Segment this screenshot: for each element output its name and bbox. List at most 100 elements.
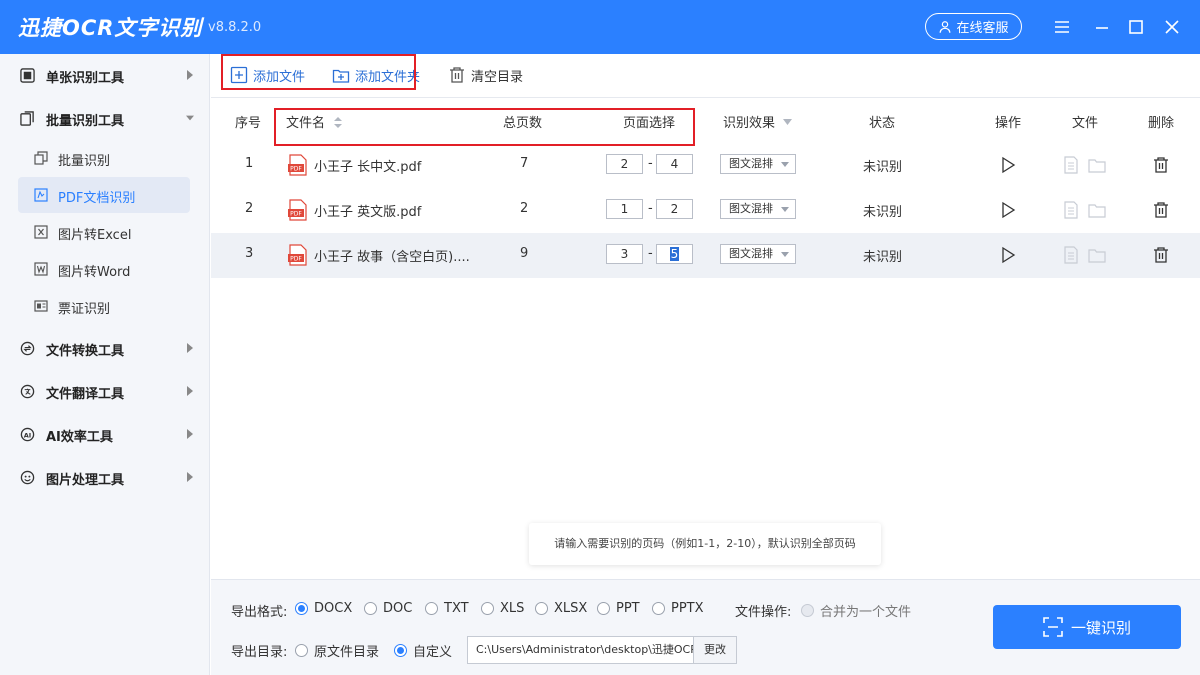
app-title: 迅捷OCR文字识别: [18, 16, 203, 40]
sidebar-item-image-to-word[interactable]: 图片转Word: [18, 251, 190, 287]
row-index: 3: [245, 246, 254, 261]
pdf-file-icon: PDF: [288, 154, 307, 176]
page-to-input[interactable]: 4: [656, 154, 693, 174]
header-filename[interactable]: 文件名: [286, 112, 343, 131]
add-folder-icon: [332, 69, 350, 83]
row-pages: 9: [520, 246, 529, 261]
hamburger-icon: [1055, 21, 1069, 33]
add-file-button[interactable]: 添加文件: [230, 64, 305, 86]
radio-icon: [597, 602, 610, 615]
dir-option-original[interactable]: 原文件目录: [295, 641, 379, 660]
document-icon[interactable]: [1062, 246, 1080, 264]
trash-icon[interactable]: [1152, 201, 1170, 219]
header-file: 文件: [1072, 116, 1099, 131]
folder-icon[interactable]: [1088, 246, 1106, 264]
sidebar: 单张识别工具 批量识别工具 批量识别 PDF文档识别 图片转Excel 图片转W…: [0, 54, 210, 675]
page-from-input[interactable]: 2: [606, 154, 643, 174]
row-filename: 小王子 长中文.pdf: [314, 160, 422, 175]
copy-icon: [34, 151, 48, 165]
sidebar-group-image[interactable]: 图片处理工具: [0, 458, 210, 496]
effect-dropdown[interactable]: 图文混排: [720, 154, 796, 174]
row-status: 未识别: [863, 250, 903, 265]
header-effect[interactable]: 识别效果: [723, 112, 793, 131]
header-pages: 总页数: [503, 116, 543, 131]
svg-text:PDF: PDF: [290, 166, 302, 173]
page-range-dash: -: [648, 201, 653, 216]
dir-option-custom[interactable]: 自定义: [394, 641, 452, 660]
one-click-ocr-button[interactable]: 一键识别: [993, 605, 1181, 649]
sidebar-group-translate[interactable]: 文件翻译工具: [0, 372, 210, 410]
sidebar-item-image-to-excel[interactable]: 图片转Excel: [18, 214, 190, 250]
radio-icon: [394, 644, 407, 657]
table-row: 2 PDF 小王子 英文版.pdf 2 1 - 2 图文混排 未识别: [211, 188, 1200, 233]
add-file-icon: [230, 66, 248, 84]
minimize-button[interactable]: [1090, 15, 1114, 39]
change-dir-button[interactable]: 更改: [693, 637, 736, 663]
chevron-right-icon: [187, 70, 193, 80]
sidebar-group-batch[interactable]: 批量识别工具: [0, 99, 210, 137]
online-service-button[interactable]: 在线客服: [925, 13, 1022, 40]
page-range-dash: -: [648, 156, 653, 171]
sidebar-group-ai[interactable]: AI AI效率工具: [0, 415, 210, 453]
folder-icon[interactable]: [1088, 156, 1106, 174]
format-option-doc[interactable]: DOC: [364, 601, 412, 616]
clear-list-button[interactable]: 清空目录: [448, 64, 523, 86]
sidebar-item-pdf-recognize[interactable]: PDF文档识别: [18, 177, 190, 213]
chevron-right-icon: [187, 472, 193, 482]
sidebar-item-batch-recognize[interactable]: 批量识别: [18, 140, 190, 176]
sidebar-group-single[interactable]: 单张识别工具: [0, 56, 210, 94]
format-option-pptx[interactable]: PPTX: [652, 601, 704, 616]
header-filename-label: 文件名: [286, 116, 326, 131]
play-icon[interactable]: [999, 156, 1017, 174]
page-range-dash: -: [648, 246, 653, 261]
sidebar-item-label: 票证识别: [58, 302, 111, 317]
add-folder-button[interactable]: 添加文件夹: [332, 64, 420, 86]
effect-dropdown[interactable]: 图文混排: [720, 199, 796, 219]
format-option-xlsx[interactable]: XLSX: [535, 601, 587, 616]
page-to-input[interactable]: 5: [656, 244, 693, 264]
row-filename: 小王子 英文版.pdf: [314, 205, 422, 220]
document-icon[interactable]: [1062, 156, 1080, 174]
maximize-icon: [1129, 20, 1143, 34]
page-range-hint: 请输入需要识别的页码（例如1-1，2-10），默认识别全部页码: [529, 523, 881, 565]
page-from-input[interactable]: 1: [606, 199, 643, 219]
play-icon[interactable]: [999, 246, 1017, 264]
sidebar-group-label: 文件转换工具: [46, 344, 125, 359]
page-to-input[interactable]: 2: [656, 199, 693, 219]
minimize-icon: [1096, 27, 1108, 29]
document-icon[interactable]: [1062, 201, 1080, 219]
radio-icon: [295, 644, 308, 657]
play-icon[interactable]: [999, 201, 1017, 219]
scan-icon: [20, 68, 35, 83]
user-icon: [940, 20, 951, 33]
sidebar-item-ticket-recognize[interactable]: 票证识别: [18, 288, 190, 324]
format-option-xls[interactable]: XLS: [481, 601, 524, 616]
sidebar-group-convert[interactable]: 文件转换工具: [0, 329, 210, 367]
format-option-docx[interactable]: DOCX: [295, 601, 352, 616]
app-version: v8.8.2.0: [208, 20, 262, 35]
format-option-txt[interactable]: TXT: [425, 601, 469, 616]
sidebar-group-label: AI效率工具: [46, 430, 113, 445]
folder-icon[interactable]: [1088, 201, 1106, 219]
page-from-input[interactable]: 3: [606, 244, 643, 264]
close-button[interactable]: [1160, 15, 1184, 39]
translate-icon: [20, 384, 35, 399]
sidebar-item-label: 图片转Word: [58, 265, 131, 280]
pdf-file-icon: PDF: [288, 199, 307, 221]
row-pages: 2: [520, 201, 529, 216]
row-index: 2: [245, 201, 254, 216]
maximize-button[interactable]: [1124, 15, 1148, 39]
menu-button[interactable]: [1050, 15, 1074, 39]
header-delete: 删除: [1148, 116, 1175, 131]
header-page-select: 页面选择: [623, 116, 676, 131]
add-folder-label: 添加文件夹: [355, 69, 421, 85]
trash-icon[interactable]: [1152, 156, 1170, 174]
sidebar-group-label: 文件翻译工具: [46, 387, 125, 402]
file-operation-label: 文件操作:: [735, 605, 792, 620]
merge-files-option[interactable]: 合并为一个文件: [801, 601, 911, 620]
format-option-ppt[interactable]: PPT: [597, 601, 640, 616]
effect-dropdown[interactable]: 图文混排: [720, 244, 796, 264]
trash-icon[interactable]: [1152, 246, 1170, 264]
svg-text:AI: AI: [24, 431, 32, 439]
caret-down-icon: [783, 119, 793, 125]
